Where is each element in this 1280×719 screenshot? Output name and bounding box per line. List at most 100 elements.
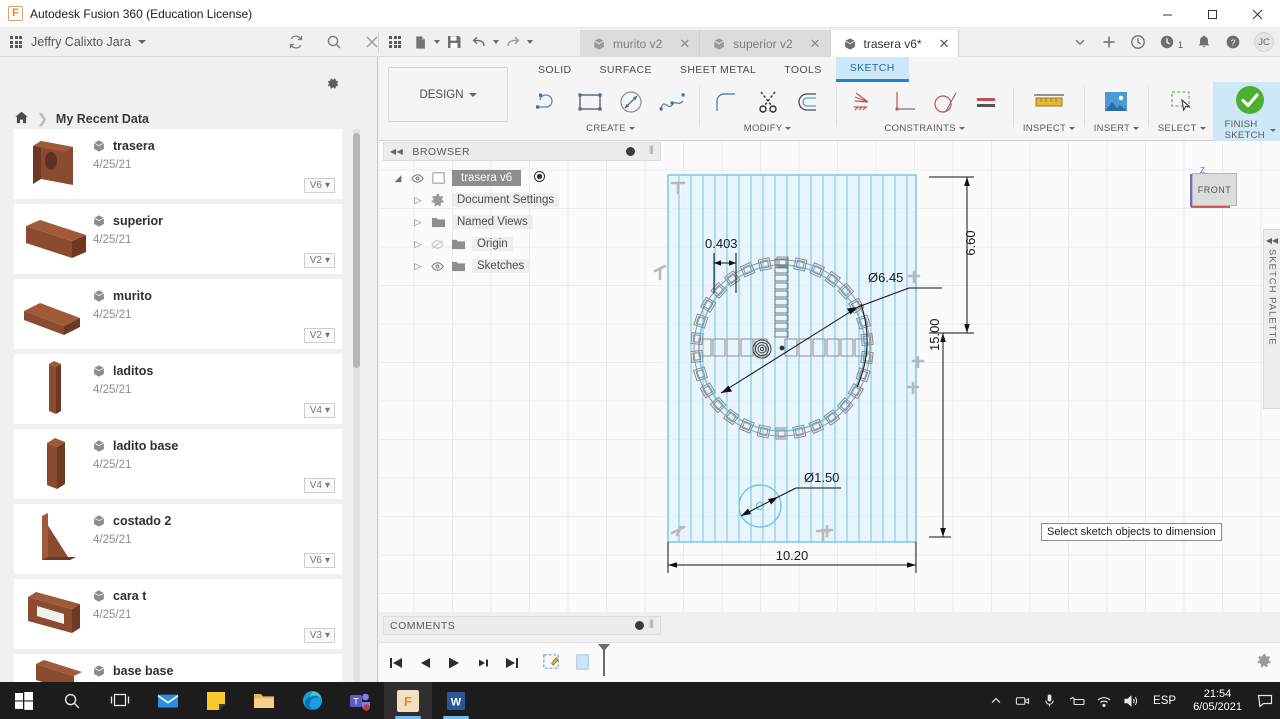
new-file-icon[interactable] xyxy=(409,31,431,53)
timeline-feature-extrude[interactable] xyxy=(571,652,593,674)
tree-node-named-views[interactable]: ▷ Named Views xyxy=(392,211,662,233)
close-tab-icon[interactable]: ✕ xyxy=(669,37,690,50)
save-icon[interactable] xyxy=(443,31,465,53)
timeline-settings-gear-icon[interactable] xyxy=(1257,653,1272,673)
view-cube[interactable]: Z X FRONT xyxy=(1180,163,1242,223)
version-badge[interactable]: V6 ▾ xyxy=(303,178,335,193)
search-icon[interactable] xyxy=(326,34,342,50)
perpendicular-constraint-icon[interactable] xyxy=(886,84,922,120)
microphone-icon[interactable] xyxy=(1036,682,1063,719)
ribbon-group-label[interactable]: SELECT xyxy=(1158,123,1206,134)
chevron-down-icon[interactable] xyxy=(1072,34,1088,50)
skip-to-start-icon[interactable] xyxy=(386,652,406,674)
redo-icon[interactable] xyxy=(502,31,524,53)
windows-start-icon[interactable] xyxy=(0,682,48,719)
recent-data-list[interactable]: trasera 4/25/21 V6 ▾ superior 4/25/21 V2… xyxy=(14,129,364,682)
insert-image-icon[interactable] xyxy=(1098,84,1134,120)
wifi-icon[interactable] xyxy=(1090,682,1117,719)
tree-node-document-settings[interactable]: ▷ Document Settings xyxy=(392,189,662,211)
tree-node-origin[interactable]: ▷ Origin xyxy=(392,233,662,255)
notification-center-icon[interactable] xyxy=(1250,682,1280,719)
app-grid-icon[interactable] xyxy=(384,31,406,53)
tab-solid[interactable]: SOLID xyxy=(524,57,586,82)
step-forward-icon[interactable] xyxy=(473,652,493,674)
measure-tool-icon[interactable] xyxy=(1031,84,1067,120)
ribbon-group-label[interactable]: MODIFY xyxy=(744,123,792,134)
skip-to-end-icon[interactable] xyxy=(502,652,522,674)
chevron-up-icon[interactable] xyxy=(982,682,1009,719)
ribbon-group-label[interactable]: INSERT xyxy=(1094,123,1140,134)
visibility-eye-icon[interactable] xyxy=(410,173,424,184)
trim-scissors-icon[interactable] xyxy=(750,84,786,120)
ribbon-group-label[interactable]: CONSTRAINTS xyxy=(885,123,965,134)
chevron-down-icon[interactable] xyxy=(527,40,533,44)
document-tab-murito[interactable]: murito v2 ✕ xyxy=(580,30,701,57)
list-item[interactable]: laditos 4/25/21 V4 ▾ xyxy=(14,354,342,424)
minimize-button[interactable] xyxy=(1145,0,1190,28)
visibility-hidden-icon[interactable] xyxy=(430,239,444,250)
workspace-switcher[interactable]: DESIGN xyxy=(388,67,508,122)
fix-constraint-icon[interactable] xyxy=(845,84,881,120)
help-icon[interactable]: ? xyxy=(1225,34,1241,50)
document-tab-trasera[interactable]: trasera v6* ✕ xyxy=(830,30,960,57)
mail-icon[interactable] xyxy=(144,682,192,719)
taskbar-search-icon[interactable] xyxy=(48,682,96,719)
ribbon-group-label[interactable]: CREATE xyxy=(586,123,635,134)
list-item[interactable]: murito 4/25/21 V2 ▾ xyxy=(14,279,342,349)
version-badge[interactable]: V2 ▾ xyxy=(303,328,335,343)
gear-icon[interactable] xyxy=(325,76,340,96)
recent-activity-icon[interactable] xyxy=(1159,34,1175,50)
collapse-icon[interactable]: ◀◀ xyxy=(1266,236,1278,245)
tangent-constraint-icon[interactable] xyxy=(927,84,963,120)
volume-icon[interactable] xyxy=(1117,682,1144,719)
version-badge[interactable]: V3 ▾ xyxy=(303,628,335,643)
line-tool-icon[interactable] xyxy=(531,84,567,120)
select-tool-icon[interactable] xyxy=(1164,84,1200,120)
tab-sketch[interactable]: SKETCH xyxy=(835,57,909,82)
expand-arrow-icon[interactable]: ◢ xyxy=(392,173,404,184)
tab-tools[interactable]: TOOLS xyxy=(770,57,835,82)
view-cube-face[interactable]: FRONT xyxy=(1192,173,1237,206)
resize-grip-icon[interactable]: ⦀ xyxy=(649,145,656,158)
version-badge[interactable]: V4 ▾ xyxy=(303,478,335,493)
browser-panel-header[interactable]: ◀◀ BROWSER ⦀ xyxy=(383,142,661,161)
file-explorer-icon[interactable] xyxy=(240,682,288,719)
resize-grip-icon[interactable]: ⦀ xyxy=(649,619,656,632)
show-data-panel-icon[interactable] xyxy=(10,36,22,48)
tab-sheet-metal[interactable]: SHEET METAL xyxy=(666,57,770,82)
fillet-tool-icon[interactable] xyxy=(709,84,745,120)
version-badge[interactable]: V2 ▾ xyxy=(303,253,335,268)
play-icon[interactable] xyxy=(444,652,464,674)
avatar[interactable]: JC xyxy=(1254,32,1274,52)
close-tab-icon[interactable]: ✕ xyxy=(929,37,950,50)
chevron-down-icon[interactable] xyxy=(434,40,440,44)
finish-sketch-check-icon[interactable] xyxy=(1232,82,1268,118)
teams-icon[interactable]: T xyxy=(336,682,384,719)
expand-arrow-icon[interactable]: ▷ xyxy=(412,239,424,250)
data-panel-scrollbar-thumb[interactable] xyxy=(353,133,360,368)
chevron-down-icon[interactable] xyxy=(493,40,499,44)
circle-tool-icon[interactable] xyxy=(613,84,649,120)
tab-surface[interactable]: SURFACE xyxy=(586,57,666,82)
close-button[interactable] xyxy=(1235,0,1280,28)
close-tab-icon[interactable]: ✕ xyxy=(800,37,821,50)
list-item[interactable]: costado 2 4/25/21 V6 ▾ xyxy=(14,504,342,574)
notifications-bell-icon[interactable] xyxy=(1196,34,1212,50)
word-icon[interactable]: W xyxy=(432,682,480,719)
sticky-notes-icon[interactable] xyxy=(192,682,240,719)
home-icon[interactable] xyxy=(14,110,29,128)
spline-tool-icon[interactable] xyxy=(654,84,690,120)
version-badge[interactable]: V4 ▾ xyxy=(303,403,335,418)
language-indicator[interactable]: ESP xyxy=(1144,695,1185,707)
finish-sketch-label[interactable]: FINISH SKETCH xyxy=(1225,119,1276,141)
maximize-button[interactable] xyxy=(1190,0,1235,28)
offset-tool-icon[interactable] xyxy=(791,84,827,120)
camera-icon[interactable] xyxy=(1009,682,1036,719)
comments-panel-header[interactable]: COMMENTS ⦀ xyxy=(383,616,661,635)
clock[interactable]: 21:54 6/05/2021 xyxy=(1185,688,1250,714)
refresh-icon[interactable] xyxy=(288,34,304,50)
browser-settings-icon[interactable] xyxy=(626,147,635,156)
undo-icon[interactable] xyxy=(468,31,490,53)
tree-node-root[interactable]: ◢ trasera v6 xyxy=(392,167,662,189)
version-badge[interactable]: V6 ▾ xyxy=(303,553,335,568)
